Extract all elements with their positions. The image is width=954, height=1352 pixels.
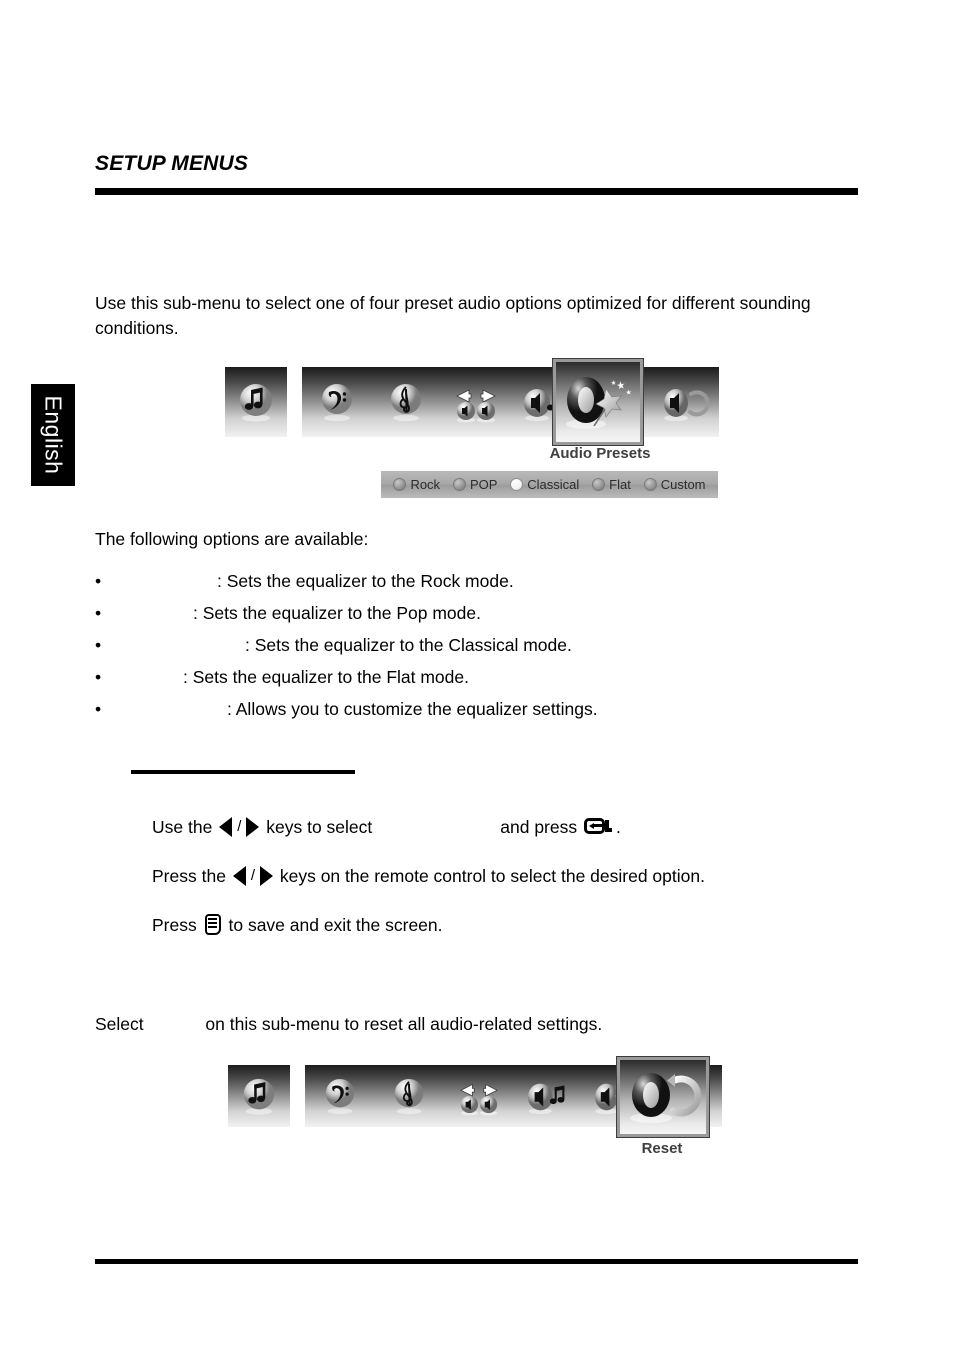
key-separator: /: [237, 817, 242, 835]
osd-item-balance[interactable]: [441, 367, 511, 437]
balance-icon: [451, 1075, 507, 1117]
radio-option-classical[interactable]: Classical: [510, 477, 579, 492]
radio-option-label: Flat: [609, 477, 631, 492]
osd-caption-reset: Reset: [641, 1140, 683, 1157]
enter-key-icon: [584, 817, 614, 836]
bass-clef-icon: [322, 1075, 358, 1117]
left-arrow-key-icon: [232, 865, 246, 886]
osd-item-bass[interactable]: [302, 367, 372, 437]
bass-clef-icon: [318, 380, 356, 424]
osd-caption-audio-presets: Audio Presets: [549, 445, 651, 462]
list-item: • : Sets the equalizer to the Rock mode.: [95, 565, 835, 597]
osd-menu-bar-reset: [228, 1056, 722, 1138]
instruction-text: .: [616, 816, 621, 837]
radio-option-label: Classical: [527, 477, 580, 492]
option-description: : Sets the equalizer to the Rock mode.: [217, 571, 514, 591]
osd-selected-audio-presets[interactable]: [552, 358, 644, 446]
header-divider: [95, 188, 858, 195]
reset-icon: [621, 1066, 705, 1128]
instructions-block: Use the / keys to select and press . Pre…: [152, 802, 892, 949]
treble-clef-icon: [391, 1075, 427, 1117]
instructions-divider: [131, 770, 355, 774]
instruction-line-3: Press to save and exit the screen.: [152, 900, 892, 949]
radio-dot-icon: [393, 478, 407, 491]
instruction-text: Press: [152, 914, 197, 935]
instruction-text: Use the: [152, 816, 213, 837]
radio-option-label: Custom: [660, 477, 706, 492]
radio-option-pop[interactable]: POP: [452, 477, 498, 492]
audio-presets-icon: [558, 369, 638, 435]
osd-item-audio-mode[interactable]: [514, 1065, 584, 1127]
bullet-icon: •: [95, 635, 102, 655]
osd-item-balance[interactable]: [444, 1065, 514, 1127]
option-description: : Allows you to customize the equalizer …: [227, 699, 598, 719]
radio-option-label: POP: [469, 477, 498, 492]
reset-lead-text: on this sub-menu to reset all audio-rela…: [205, 1014, 603, 1034]
list-item: • : Sets the equalizer to the Classical …: [95, 629, 835, 661]
instruction-text: keys to select: [266, 816, 373, 837]
radio-option-flat[interactable]: Flat: [592, 477, 631, 492]
osd-item-treble[interactable]: [372, 367, 442, 437]
instruction-line-1: Use the / keys to select and press .: [152, 802, 892, 851]
osd-selected-reset[interactable]: [616, 1056, 710, 1138]
osd-item-reset[interactable]: [650, 367, 720, 437]
option-description: : Sets the equalizer to the Classical mo…: [245, 635, 572, 655]
treble-clef-icon: [387, 380, 425, 424]
list-item: • : Sets the equalizer to the Pop mode.: [95, 597, 835, 629]
reset-lead-text: Select: [95, 1014, 144, 1034]
left-arrow-key-icon: [219, 816, 233, 837]
bullet-icon: •: [95, 699, 102, 719]
osd-icon-strip: [302, 367, 719, 437]
language-tab: English: [31, 384, 75, 486]
menu-key-icon: [204, 914, 221, 935]
radio-dot-icon: [592, 478, 606, 491]
radio-option-label: Rock: [410, 477, 441, 492]
language-tab-label: English: [40, 395, 67, 475]
page-header: SETUP MENUS: [95, 152, 858, 175]
radio-dot-selected-icon: [510, 478, 524, 491]
radio-dot-icon: [452, 478, 466, 491]
osd-tile-sound[interactable]: [228, 1065, 290, 1127]
key-separator: /: [250, 866, 255, 884]
audio-mode-icon: [522, 1075, 574, 1117]
bullet-icon: •: [95, 571, 102, 591]
osd-item-treble[interactable]: [375, 1065, 445, 1127]
option-description: : Sets the equalizer to the Flat mode.: [183, 667, 469, 687]
option-description: : Sets the equalizer to the Pop mode.: [193, 603, 481, 623]
bullet-icon: •: [95, 603, 102, 623]
options-lead-text: The following options are available:: [95, 529, 369, 549]
page-title: SETUP MENUS: [95, 152, 249, 175]
right-arrow-key-icon: [246, 816, 260, 837]
instruction-line-2: Press the / keys on the remote control t…: [152, 851, 892, 900]
reset-lead-paragraph: Select on this sub-menu to reset all aud…: [95, 1012, 860, 1037]
radio-option-rock[interactable]: Rock: [393, 477, 440, 492]
instruction-text: to save and exit the screen.: [228, 914, 443, 935]
reset-icon: [657, 380, 711, 424]
osd-item-bass[interactable]: [305, 1065, 375, 1127]
music-note-icon: [239, 1075, 279, 1117]
osd-menu-bar-audio-presets: [225, 358, 719, 446]
bullet-icon: •: [95, 667, 102, 687]
radio-option-custom[interactable]: Custom: [643, 477, 706, 492]
list-item: • : Allows you to customize the equalize…: [95, 693, 835, 725]
list-item: • : Sets the equalizer to the Flat mode.: [95, 661, 835, 693]
instruction-text: Press the: [152, 865, 226, 886]
audio-presets-option-bar: Rock POP Classical Flat Custom: [381, 471, 718, 498]
intro-paragraph: Use this sub-menu to select one of four …: [95, 293, 811, 338]
radio-dot-icon: [643, 478, 657, 491]
right-arrow-key-icon: [259, 865, 273, 886]
osd-tile-sound[interactable]: [225, 367, 287, 437]
music-note-icon: [236, 380, 276, 424]
options-bullet-list: • : Sets the equalizer to the Rock mode.…: [95, 565, 835, 725]
footer-divider: [95, 1259, 858, 1264]
instruction-text: keys on the remote control to select the…: [279, 865, 705, 886]
instruction-text: and press: [500, 816, 578, 837]
balance-icon: [447, 380, 505, 424]
